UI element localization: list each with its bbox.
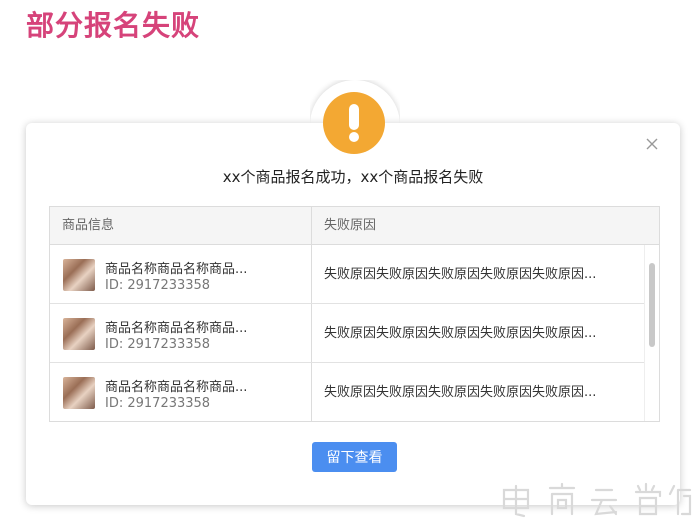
column-header-product-info: 商品信息 — [50, 207, 312, 244]
close-icon[interactable] — [641, 133, 663, 155]
product-id: ID: 2917233358 — [105, 337, 211, 352]
product-info-cell: 商品名称商品名称商品... ID: 2917233358 — [50, 245, 312, 303]
failure-reason: 失败原因失败原因失败原因失败原因失败原因... — [324, 385, 597, 400]
product-thumbnail — [63, 318, 95, 350]
table-header: 商品信息 失败原因 — [50, 207, 659, 245]
product-name: 商品名称商品名称商品... — [105, 380, 248, 395]
product-thumbnail — [63, 259, 95, 291]
product-name: 商品名称商品名称商品... — [105, 262, 248, 277]
failure-reason: 失败原因失败原因失败原因失败原因失败原因... — [324, 267, 597, 282]
product-name: 商品名称商品名称商品... — [105, 321, 248, 336]
table-row: 商品名称商品名称商品... ID: 2917233358 失败原因失败原因失败原… — [50, 245, 659, 304]
failure-reason: 失败原因失败原因失败原因失败原因失败原因... — [324, 326, 597, 341]
product-info-cell: 商品名称商品名称商品... ID: 2917233358 — [50, 304, 312, 362]
table-row: 商品名称商品名称商品... ID: 2917233358 失败原因失败原因失败原… — [50, 363, 659, 421]
dialog-title: xx个商品报名成功，xx个商品报名失败 — [222, 168, 484, 186]
product-id: ID: 2917233358 — [105, 396, 211, 411]
product-thumbnail — [63, 377, 95, 409]
column-header-failure-reason: 失败原因 — [324, 218, 377, 233]
product-id: ID: 2917233358 — [105, 278, 211, 293]
table-body: 商品名称商品名称商品... ID: 2917233358 失败原因失败原因失败原… — [50, 245, 659, 421]
table-row: 商品名称商品名称商品... ID: 2917233358 失败原因失败原因失败原… — [50, 304, 659, 363]
table-scrollbar[interactable] — [644, 245, 659, 421]
page-title: 部分报名失败 — [26, 9, 201, 42]
product-info-cell: 商品名称商品名称商品... ID: 2917233358 — [50, 363, 312, 421]
scrollbar-thumb[interactable] — [649, 263, 655, 347]
stay-and-view-button[interactable]: 留下查看 — [312, 442, 397, 472]
failure-table: 商品信息 失败原因 商品名称商品名称商品... ID: 2917233358 失… — [49, 206, 660, 422]
warning-exclamation-icon — [323, 92, 385, 154]
